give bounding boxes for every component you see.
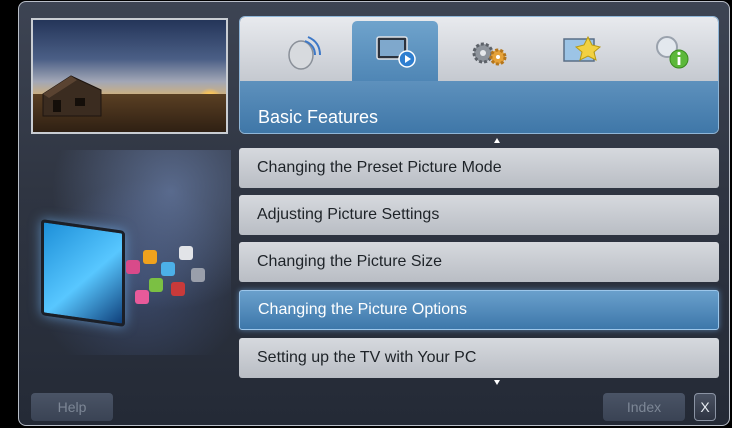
tab-support[interactable]	[628, 21, 714, 81]
menu-item-label: Setting up the TV with Your PC	[257, 349, 477, 366]
help-button[interactable]: Help	[31, 393, 113, 421]
app-tile	[191, 268, 205, 282]
section-title: Basic Features	[258, 107, 379, 127]
app-tile	[143, 250, 157, 264]
category-tabs	[240, 17, 718, 81]
close-button[interactable]: X	[694, 393, 716, 421]
menu-item-label: Changing the Picture Size	[257, 253, 442, 270]
tab-satellite[interactable]	[260, 21, 346, 81]
menu-item-label: Changing the Picture Options	[258, 301, 468, 318]
thumbnail-photo	[31, 18, 228, 134]
app-tile	[135, 290, 149, 304]
app-tile	[171, 282, 185, 296]
gears-icon	[472, 42, 507, 66]
e-manual-window: Basic Features Changing the Preset Pictu…	[18, 1, 730, 426]
menu-item-label: Adjusting Picture Settings	[257, 206, 440, 223]
menu-item-label: Changing the Preset Picture Mode	[257, 159, 502, 176]
menu-item-adjusting-picture-settings[interactable]: Adjusting Picture Settings	[239, 195, 719, 235]
tab-applications[interactable]	[538, 21, 624, 81]
tv-screen-icon	[376, 36, 416, 68]
section-header: Basic Features	[240, 81, 718, 133]
app-tile	[149, 278, 163, 292]
scroll-up-icon[interactable]	[494, 138, 500, 143]
search-info-icon	[656, 36, 689, 69]
tv-settings-icon	[563, 35, 602, 62]
scroll-down-icon[interactable]	[494, 380, 500, 385]
app-tile	[126, 260, 140, 274]
satellite-dish-icon	[288, 36, 321, 70]
menu-item-tv-with-pc[interactable]: Setting up the TV with Your PC	[239, 338, 719, 378]
menu-item-picture-options[interactable]: Changing the Picture Options	[239, 290, 719, 330]
tv-illustration	[41, 219, 125, 327]
category-panel: Basic Features	[239, 16, 719, 134]
hero-illustration	[31, 150, 231, 355]
cabin-image	[41, 72, 107, 120]
tab-setup[interactable]	[446, 21, 532, 81]
menu-item-picture-size[interactable]: Changing the Picture Size	[239, 242, 719, 282]
app-tile	[161, 262, 175, 276]
tab-picture[interactable]	[352, 21, 438, 81]
menu-item-preset-picture-mode[interactable]: Changing the Preset Picture Mode	[239, 148, 719, 188]
index-button[interactable]: Index	[603, 393, 685, 421]
app-tile	[179, 246, 193, 260]
